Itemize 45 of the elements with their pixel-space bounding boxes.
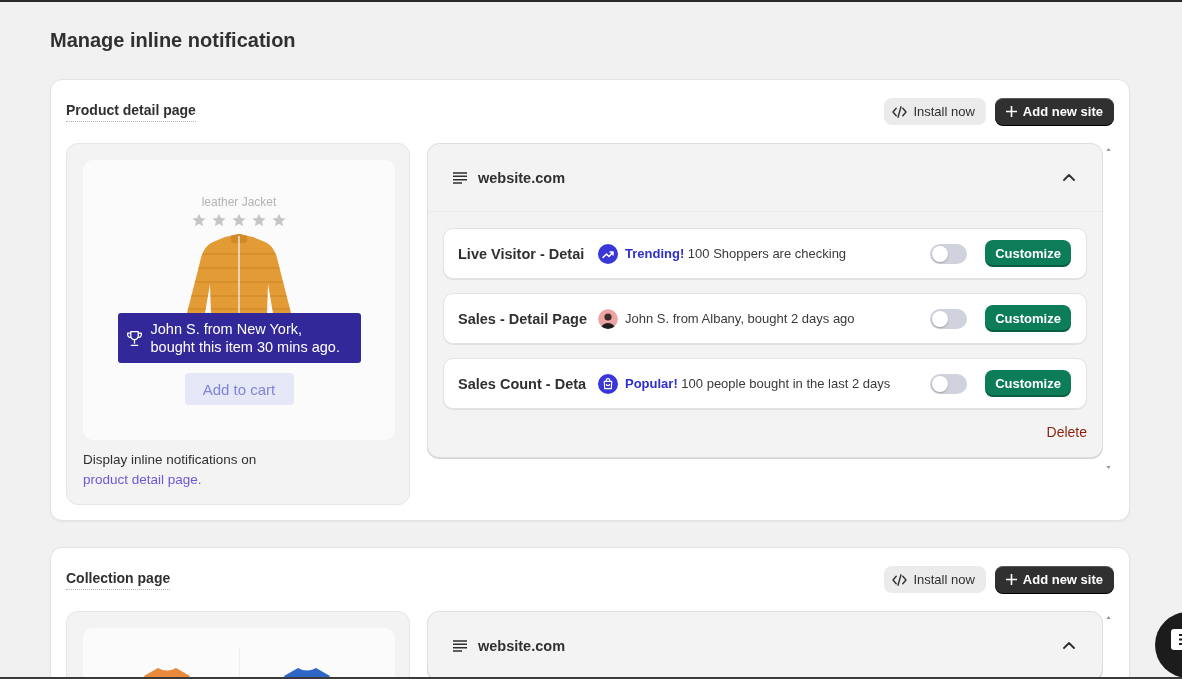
avatar-icon (598, 308, 618, 329)
install-now-button[interactable]: Install now (884, 98, 986, 125)
chevron-up-icon[interactable] (1063, 174, 1075, 181)
delete-button[interactable]: Delete (1046, 422, 1087, 442)
notification-title: Live Visitor - Detai (458, 245, 586, 262)
code-icon (892, 573, 908, 586)
customize-button[interactable]: Customize (985, 305, 1071, 332)
list-icon (453, 639, 467, 652)
product-detail-page-link[interactable]: product detail page. (83, 472, 202, 487)
customize-button[interactable]: Customize (985, 240, 1071, 267)
customize-button[interactable]: Customize (985, 370, 1071, 397)
notification-message: John S. from Albany, bought 2 days ago (625, 311, 855, 326)
scroll-up-icon[interactable] (1106, 616, 1111, 619)
notification-title: Sales Count - Deta (458, 375, 588, 392)
star-icon (212, 213, 226, 227)
scroll-down-icon[interactable] (1106, 466, 1111, 469)
page-title: Manage inline notification (50, 28, 297, 52)
scroll-up-icon[interactable] (1106, 148, 1111, 151)
product-name: leather Jacket (201, 195, 277, 209)
shopping-bag-icon (598, 373, 618, 394)
section-title: Product detail page (66, 101, 196, 122)
add-new-site-button[interactable]: Add new site (994, 566, 1114, 593)
site-name: website.com (478, 637, 567, 654)
trophy-icon (126, 330, 142, 346)
star-icon (272, 213, 286, 227)
install-now-button[interactable]: Install now (884, 566, 986, 593)
list-icon (453, 171, 467, 184)
caption-text: Display inline notifications on product detail page. (83, 451, 258, 489)
toggle-switch[interactable] (930, 243, 967, 264)
star-icon (192, 213, 206, 227)
plus-icon (1005, 574, 1017, 585)
star-icon (232, 213, 246, 227)
toggle-switch[interactable] (930, 373, 967, 394)
section-title: Collection page (66, 569, 171, 590)
code-icon (892, 105, 908, 118)
add-new-site-button[interactable]: Add new site (994, 98, 1114, 125)
notification-message: Popular! 100 people bought in the last 2 days (625, 376, 891, 391)
toggle-switch[interactable] (930, 308, 967, 329)
notification-banner-text: John S. from New York, bought this item 30 mins ago. (150, 320, 340, 356)
notification-message: Trending! 100 Shoppers are checking (625, 246, 847, 261)
star-icon (252, 213, 266, 227)
site-name: website.com (478, 169, 567, 186)
notification-title: Sales - Detail Page (458, 310, 588, 327)
plus-icon (1005, 106, 1017, 117)
chevron-up-icon[interactable] (1063, 642, 1075, 649)
